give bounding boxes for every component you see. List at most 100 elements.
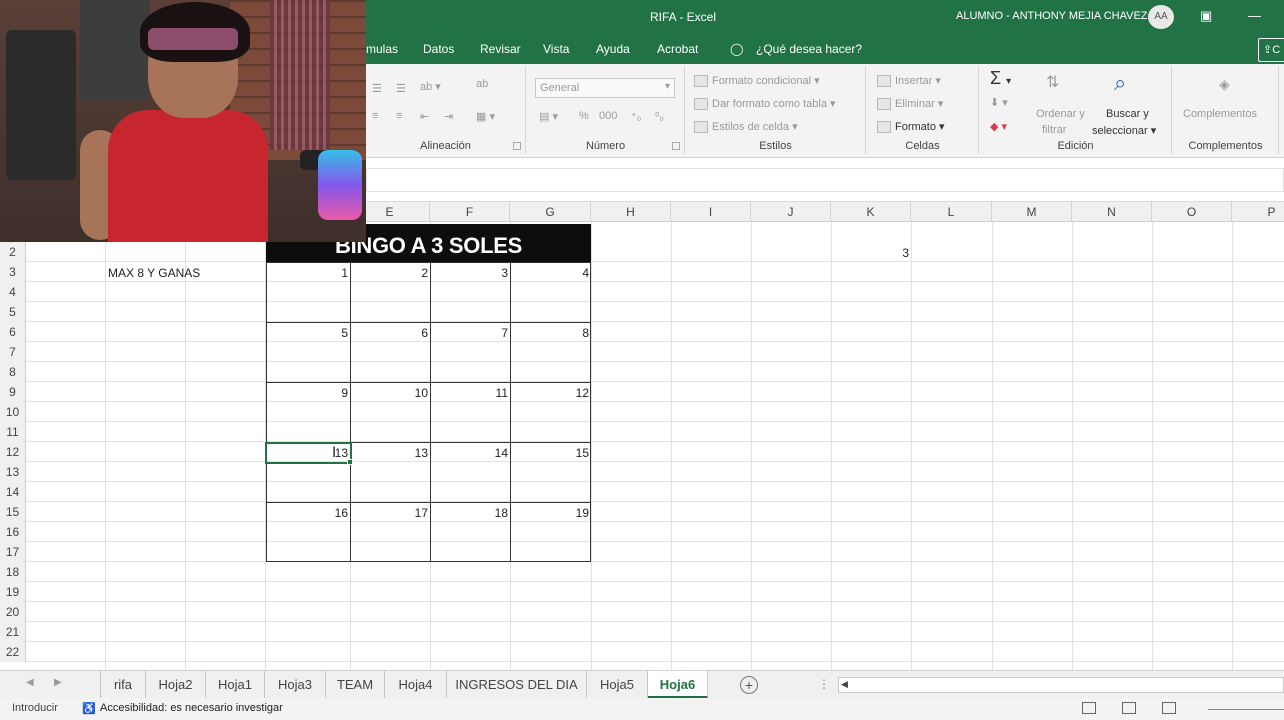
row-header[interactable]: 19 [0,582,26,602]
autosum-icon[interactable]: Σ ▾ [990,68,1011,89]
row-header[interactable]: 5 [0,302,26,322]
row-header[interactable]: 8 [0,362,26,382]
align-middle-icon[interactable]: ☰ [396,82,406,95]
alineacion-dialog-launcher-icon[interactable] [513,142,521,150]
menu-datos[interactable]: Datos [423,42,454,56]
active-cell-selection[interactable] [265,442,352,464]
delete-cells-button[interactable]: Eliminar ▾ [877,97,943,111]
row-header[interactable]: 2 [0,242,26,262]
bingo-number-cell[interactable]: 6 [350,323,428,343]
k2-value-cell[interactable]: 3 [831,243,909,263]
normal-view-icon[interactable] [1082,702,1096,714]
decrease-indent-icon[interactable]: ⇤ [420,110,429,123]
sheet-tab[interactable]: TEAM [326,671,385,698]
column-header[interactable]: G [510,202,591,222]
row-header[interactable]: 3 [0,262,26,282]
formula-input[interactable] [366,168,1284,192]
format-as-table-button[interactable]: Dar formato como tabla ▾ [694,97,836,111]
worksheet-grid[interactable]: 2 3 4 5 6 7 8 9 10 11 12 13 14 15 16 17 … [0,222,1284,670]
share-button[interactable]: ⇪C [1258,38,1284,62]
sheet-tab-active[interactable]: Hoja6 [648,671,708,698]
row-header[interactable]: 21 [0,622,26,642]
bingo-number-cell[interactable]: 8 [510,323,589,343]
fill-handle[interactable] [347,459,353,465]
ribbon-display-options-icon[interactable]: ▣ [1200,8,1212,24]
format-cells-button[interactable]: Formato ▾ [877,120,945,134]
next-sheet-icon[interactable]: ▶ [54,677,62,688]
scroll-left-icon[interactable]: ◀ [841,679,848,690]
bingo-number-cell[interactable]: 9 [266,383,348,403]
horizontal-scrollbar[interactable]: ◀ [838,677,1284,693]
bingo-number-cell[interactable]: 1 [266,263,348,283]
conditional-format-button[interactable]: Formato condicional ▾ [694,74,820,88]
align-left-icon[interactable]: ≡ [372,110,378,122]
numero-dialog-launcher-icon[interactable] [672,142,680,150]
user-avatar[interactable]: AA [1148,5,1174,29]
comma-style-icon[interactable]: 000 [599,110,617,122]
column-header[interactable]: I [671,202,751,222]
row-header[interactable]: 17 [0,542,26,562]
user-name[interactable]: ALUMNO - ANTHONY MEJIA CHAVEZ [956,10,1148,22]
bingo-number-cell[interactable]: 10 [350,383,428,403]
tabs-overflow-icon[interactable]: ⋮ [818,677,830,691]
sheet-tab[interactable]: Hoja2 [146,671,206,698]
bingo-number-cell[interactable]: 12 [510,383,589,403]
row-header[interactable]: 6 [0,322,26,342]
row-header[interactable]: 16 [0,522,26,542]
fill-icon[interactable]: ⬇ ▾ [990,96,1008,109]
menu-acrobat[interactable]: Acrobat [657,42,698,56]
number-format-select[interactable]: General [535,78,675,98]
menu-revisar[interactable]: Revisar [480,42,521,56]
currency-icon[interactable]: ▤ ▾ [539,110,558,123]
tell-me-search[interactable]: ¿Qué desea hacer? [756,42,862,56]
row-header[interactable]: 4 [0,282,26,302]
accessibility-status[interactable]: Accesibilidad: es necesario investigar [100,702,283,714]
column-header[interactable]: P [1232,202,1284,222]
add-sheet-icon[interactable]: + [740,676,758,694]
prev-sheet-icon[interactable]: ◀ [26,677,34,688]
row-header[interactable]: 20 [0,602,26,622]
zoom-slider[interactable] [1208,709,1284,710]
row-header[interactable]: 22 [0,642,26,662]
percent-style-icon[interactable]: % [579,110,589,122]
wrap-text-icon[interactable]: ab [476,78,488,90]
increase-indent-icon[interactable]: ⇥ [444,110,453,123]
bingo-number-cell[interactable]: 7 [430,323,508,343]
row-header[interactable]: 9 [0,382,26,402]
bingo-number-cell[interactable]: 19 [510,503,589,523]
bingo-number-cell[interactable]: 16 [266,503,348,523]
column-header[interactable]: N [1072,202,1152,222]
minimize-icon[interactable]: — [1248,8,1261,23]
max-note-cell[interactable]: MAX 8 Y GANAS [108,263,200,283]
sheet-tab[interactable]: INGRESOS DEL DIA [447,671,587,698]
addins-button[interactable]: Complementos [1183,108,1257,120]
find-select-button[interactable]: Buscar y [1106,108,1149,120]
align-top-icon[interactable]: ☰ [372,82,382,95]
menu-vista[interactable]: Vista [543,42,569,56]
column-header[interactable]: H [591,202,671,222]
column-header[interactable]: O [1152,202,1232,222]
column-header[interactable]: J [751,202,831,222]
cell-styles-button[interactable]: Estilos de celda ▾ [694,120,798,134]
menu-formulas[interactable]: mulas [366,42,398,56]
sheet-tab[interactable]: Hoja3 [265,671,326,698]
bingo-number-cell[interactable]: 11 [430,383,508,403]
page-break-view-icon[interactable] [1162,702,1176,714]
column-header[interactable]: M [992,202,1072,222]
clear-icon[interactable]: ◆ ▾ [990,120,1007,133]
row-header[interactable]: 10 [0,402,26,422]
column-header[interactable]: K [831,202,911,222]
increase-decimal-icon[interactable]: ⁺₀ [631,110,641,123]
bingo-number-cell[interactable]: 4 [510,263,589,283]
sort-filter-button[interactable]: Ordenar y [1036,108,1085,120]
row-header[interactable]: 13 [0,462,26,482]
row-header[interactable]: 14 [0,482,26,502]
bingo-number-cell[interactable]: 18 [430,503,508,523]
align-center-icon[interactable]: ≡ [396,110,402,122]
orientation-icon[interactable]: ab ▾ [420,80,441,93]
bingo-number-cell[interactable]: 14 [430,443,508,463]
column-header[interactable]: F [430,202,510,222]
sheet-tab[interactable]: Hoja5 [587,671,648,698]
sheet-tab[interactable]: Hoja4 [385,671,447,698]
row-header[interactable]: 11 [0,422,26,442]
